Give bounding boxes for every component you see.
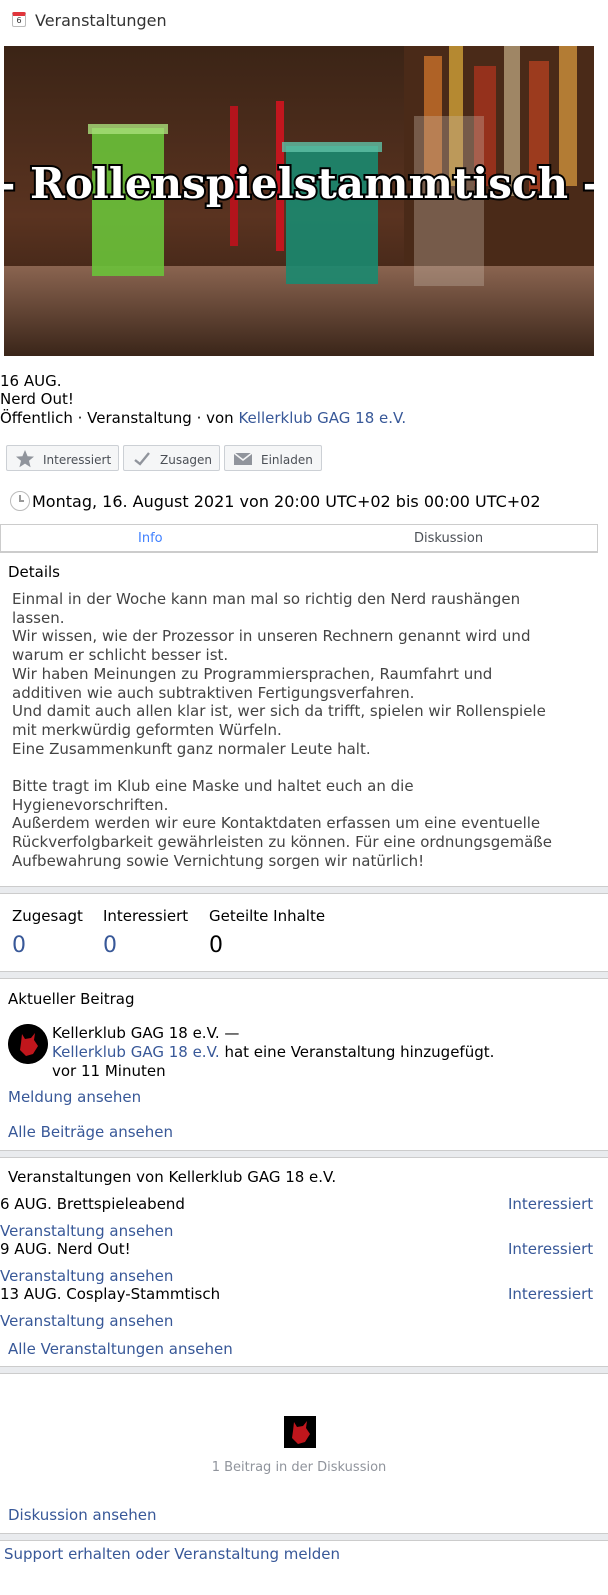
event-list-interested-button[interactable]: Interessiert bbox=[508, 1195, 593, 1213]
interested-button[interactable]: Interessiert bbox=[6, 445, 119, 471]
going-count-label: Zugesagt bbox=[12, 907, 83, 925]
details-body: Einmal in der Woche kann man mal so rich… bbox=[12, 590, 597, 871]
details-line: Wir wissen, wie der Prozessor in unseren… bbox=[12, 627, 531, 646]
going-count[interactable]: 0 bbox=[12, 933, 26, 958]
more-events-title: Veranstaltungen von Kellerklub GAG 18 e.… bbox=[8, 1168, 337, 1186]
details-line: Wir haben Meinungen zu Programmiersprach… bbox=[12, 664, 493, 683]
all-posts-link[interactable]: Alle Beiträge ansehen bbox=[8, 1123, 173, 1141]
details-line: mit merkwürdig geformten Würfeln. bbox=[12, 720, 282, 739]
going-button[interactable]: Zusagen bbox=[123, 445, 220, 471]
interested-count[interactable]: 0 bbox=[103, 933, 117, 958]
event-date: 16 AUG. bbox=[0, 372, 62, 390]
support-link[interactable]: Support erhalten oder Veranstaltung meld… bbox=[4, 1545, 340, 1563]
event-list-name: Brettspieleabend bbox=[56, 1195, 185, 1213]
details-line: Rückverfolgbarkeit gewährleisten zu könn… bbox=[12, 833, 552, 852]
shared-count-label: Geteilte Inhalte bbox=[209, 907, 326, 925]
event-list-name: Nerd Out! bbox=[56, 1240, 131, 1258]
invite-button-label: Einladen bbox=[261, 453, 313, 467]
section-divider bbox=[0, 886, 608, 894]
event-list-date: 6 AUG. bbox=[0, 1195, 52, 1213]
devil-logo-icon bbox=[8, 1024, 48, 1064]
event-list-view-link[interactable]: Veranstaltung ansehen bbox=[0, 1267, 173, 1285]
organizer-logo bbox=[284, 1416, 316, 1448]
event-list-date: 9 AUG. bbox=[0, 1240, 52, 1258]
devil-logo-icon bbox=[284, 1416, 316, 1448]
event-meta-prefix: Öffentlich · Veranstaltung · von bbox=[0, 409, 239, 427]
event-list-name: Cosplay-Stammtisch bbox=[66, 1285, 221, 1303]
calendar-icon: 6 bbox=[12, 12, 26, 27]
tab-info[interactable]: Info bbox=[138, 531, 163, 546]
view-discussion-link[interactable]: Diskussion ansehen bbox=[8, 1506, 157, 1524]
event-list-interested-button[interactable]: Interessiert bbox=[508, 1240, 593, 1258]
details-line: Eine Zusammenkunft ganz normaler Leute h… bbox=[12, 739, 371, 758]
details-line: warum er schlicht besser ist. bbox=[12, 646, 229, 665]
section-divider bbox=[0, 1533, 608, 1541]
details-line: Bitte tragt im Klub eine Maske und halte… bbox=[12, 777, 414, 796]
recent-post-author: Kellerklub GAG 18 e.V. — bbox=[52, 1024, 240, 1042]
clock-icon bbox=[10, 491, 30, 511]
banner-title: - Rollenspielstammtisch - bbox=[4, 159, 594, 208]
event-list-view-link[interactable]: Veranstaltung ansehen bbox=[0, 1222, 173, 1240]
page-header: 6 Veranstaltungen bbox=[0, 0, 608, 40]
recent-post-title: Aktueller Beitrag bbox=[8, 990, 135, 1008]
interested-button-label: Interessiert bbox=[43, 453, 112, 467]
details-line: Einmal in der Woche kann man mal so rich… bbox=[12, 590, 521, 608]
tab-bar: Info Diskussion bbox=[0, 524, 598, 553]
recent-post-actor-link[interactable]: Kellerklub GAG 18 e.V. bbox=[52, 1043, 220, 1061]
recent-post-action: Kellerklub GAG 18 e.V. hat eine Veransta… bbox=[52, 1043, 494, 1062]
recent-post-body: Kellerklub GAG 18 e.V. — Kellerklub GAG … bbox=[52, 1024, 494, 1081]
details-line: Außerdem werden wir eure Kontaktdaten er… bbox=[12, 814, 541, 833]
interested-count-label: Interessiert bbox=[103, 907, 189, 925]
details-blank-line bbox=[12, 758, 597, 777]
event-cover-image: - Rollenspielstammtisch - bbox=[4, 46, 594, 356]
event-list-interested-button[interactable]: Interessiert bbox=[508, 1285, 593, 1303]
details-line: Aufbewahrung sowie Vernichtung sorgen wi… bbox=[12, 851, 425, 870]
event-name: Nerd Out! bbox=[0, 390, 74, 408]
event-meta: Öffentlich · Veranstaltung · von Kellerk… bbox=[0, 409, 406, 427]
going-button-label: Zusagen bbox=[160, 453, 213, 467]
event-list-view-link[interactable]: Veranstaltung ansehen bbox=[0, 1312, 173, 1330]
event-list-item: 9 AUG. Nerd Out! bbox=[0, 1240, 131, 1258]
tab-discussion[interactable]: Diskussion bbox=[414, 531, 483, 546]
details-line: Und damit auch allen klar ist, wer sich … bbox=[12, 702, 546, 721]
all-events-link[interactable]: Alle Veranstaltungen ansehen bbox=[8, 1340, 233, 1358]
details-line: Hygienevorschriften. bbox=[12, 795, 169, 814]
shared-count: 0 bbox=[209, 933, 223, 958]
event-list-item: 6 AUG. Brettspieleabend bbox=[0, 1195, 185, 1213]
invite-button[interactable]: Einladen bbox=[224, 445, 322, 471]
organizer-avatar[interactable] bbox=[8, 1024, 48, 1064]
event-time-text: Montag, 16. August 2021 von 20:00 UTC+02… bbox=[32, 492, 541, 511]
checkmark-icon bbox=[134, 452, 150, 466]
details-line: additiven wie auch subtraktiven Fertigun… bbox=[12, 683, 415, 702]
discussion-count: 1 Beitrag in der Diskussion bbox=[211, 1460, 387, 1475]
star-icon bbox=[16, 450, 34, 468]
section-divider bbox=[0, 971, 608, 979]
details-line: lassen. bbox=[12, 608, 65, 627]
event-list-date: 13 AUG. bbox=[0, 1285, 62, 1303]
recent-post-action-text: hat eine Veranstaltung hinzugefügt. bbox=[219, 1043, 495, 1061]
details-title: Details bbox=[8, 563, 61, 581]
recent-post-time: vor 11 Minuten bbox=[52, 1062, 166, 1080]
event-list-item: 13 AUG. Cosplay-Stammtisch bbox=[0, 1285, 220, 1303]
section-divider bbox=[0, 1150, 608, 1158]
view-post-link[interactable]: Meldung ansehen bbox=[8, 1088, 141, 1106]
envelope-icon bbox=[233, 452, 253, 465]
page-title: Veranstaltungen bbox=[35, 11, 167, 30]
organizer-link[interactable]: Kellerklub GAG 18 e.V. bbox=[238, 409, 406, 427]
section-divider bbox=[0, 1366, 608, 1374]
